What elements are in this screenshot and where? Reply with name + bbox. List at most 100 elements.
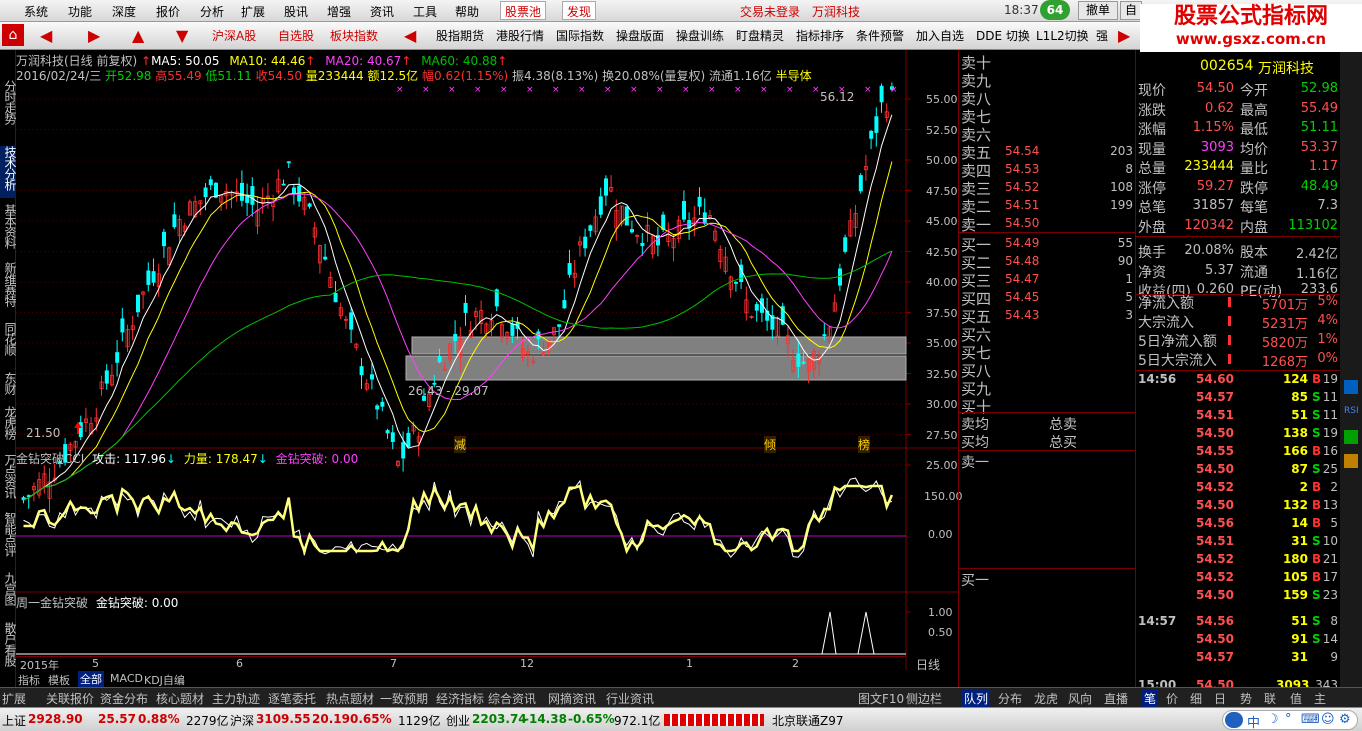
side-tab-grid[interactable]: 九宫图	[0, 572, 17, 614]
toolbar-item[interactable]: 港股行情	[496, 27, 544, 44]
buy-level[interactable]: 买五 54.43 3	[959, 306, 1137, 326]
side-tab-eastmoney[interactable]: 东财	[0, 372, 17, 402]
toolbar-item[interactable]: 板块指数	[330, 27, 378, 44]
more-arrow-icon[interactable]: ▶	[1118, 26, 1130, 45]
bottom-tab[interactable]: 行业资讯	[606, 690, 654, 707]
bottom-tab[interactable]: 资金分布	[100, 690, 148, 707]
sell-level[interactable]: 卖三 54.52 108	[959, 178, 1137, 198]
buy-level[interactable]: 买一 54.49 55	[959, 234, 1137, 254]
sell-level[interactable]: 卖七	[959, 106, 1137, 126]
bottom-tab[interactable]: 主力轨迹	[212, 690, 260, 707]
toolbar-item[interactable]: 条件预警	[856, 27, 904, 44]
toolbar-item[interactable]: 股指期货	[436, 27, 484, 44]
buy-level[interactable]: 买九	[959, 378, 1137, 398]
rsi-icon[interactable]: RSI	[1344, 406, 1359, 416]
side-tab-news[interactable]: 万点资讯	[0, 454, 17, 506]
toolbar-item[interactable]: 加入自选	[916, 27, 964, 44]
sell-level[interactable]: 卖二 54.51 199	[959, 196, 1137, 216]
home-icon[interactable]: ⌂	[2, 24, 24, 46]
toolbar-item[interactable]: 强	[1096, 27, 1108, 44]
right-tab[interactable]: 队列	[962, 690, 991, 707]
ime-user-icon[interactable]: ☺	[1321, 712, 1335, 727]
side-tab-technical[interactable]: 技术分析	[0, 146, 17, 198]
menu-item[interactable]: 扩展	[241, 3, 265, 20]
sell-level[interactable]: 卖八	[959, 88, 1137, 108]
sell-level[interactable]: 卖五 54.54 203	[959, 142, 1137, 162]
self-select-button[interactable]: 自	[1120, 1, 1142, 20]
side-tab-xinwei[interactable]: 新维赛特	[0, 262, 17, 314]
right-tab[interactable]: 直播	[1104, 690, 1128, 707]
right-tab[interactable]: 势	[1240, 690, 1252, 707]
menu-item[interactable]: 深度	[112, 3, 136, 20]
menu-item[interactable]: 股讯	[284, 3, 308, 20]
toolbar-item[interactable]: 盯盘精灵	[736, 27, 784, 44]
marker-reduce[interactable]: 减	[454, 436, 467, 453]
side-tab-ths[interactable]: 同花顺	[0, 322, 17, 364]
chart-area[interactable]: × × × × × × × × × × × × × × × × × × × × 万润科技(日线 前复权) ↑MA5: …	[16, 50, 963, 688]
period-label[interactable]: 日线	[916, 656, 940, 673]
bottom-tab[interactable]: 扩展	[2, 690, 26, 707]
prev-icon[interactable]: ◀	[404, 26, 416, 45]
ime-mode-icon[interactable]: 中	[1247, 712, 1260, 731]
sell-level[interactable]: 卖四 54.53 8	[959, 160, 1137, 180]
right-tab[interactable]: 龙虎	[1034, 690, 1058, 707]
buy-level[interactable]: 买六	[959, 324, 1137, 344]
down-arrow-icon[interactable]: ▼	[176, 26, 188, 45]
chart-tab[interactable]: KDJ自编	[144, 672, 185, 688]
right-tab[interactable]: 联	[1264, 690, 1276, 707]
up-arrow-icon[interactable]: ▲	[132, 26, 144, 45]
chart-icon[interactable]	[1344, 380, 1358, 394]
side-tab-comment[interactable]: 智能点评	[0, 512, 17, 564]
toolbar-item[interactable]: 操盘训练	[676, 27, 724, 44]
buy-level[interactable]: 买七	[959, 342, 1137, 362]
ime-settings-icon[interactable]: ⚙	[1339, 712, 1351, 727]
bottom-tab[interactable]: 热点题材	[326, 690, 374, 707]
menu-item[interactable]: 增强	[327, 3, 351, 20]
marker-dragon[interactable]: 榜	[858, 436, 871, 453]
buy-level[interactable]: 买八	[959, 360, 1137, 380]
bottom-tab[interactable]: 一致预期	[380, 690, 428, 707]
ime-keyboard-icon[interactable]: ⌨	[1301, 712, 1320, 727]
forward-arrow-icon[interactable]: ▶	[88, 26, 100, 45]
right-tab[interactable]: 值	[1290, 690, 1302, 707]
toolbar-item[interactable]: 沪深A股	[212, 27, 256, 44]
menu-item[interactable]: 功能	[68, 3, 92, 20]
chart-tab[interactable]: 全部	[78, 671, 104, 687]
toolbar-item[interactable]: 自选股	[278, 27, 314, 44]
toolbar-item[interactable]: 国际指数	[556, 27, 604, 44]
sell-level[interactable]: 卖十	[959, 52, 1137, 72]
bottom-tab[interactable]: 逐笔委托	[268, 690, 316, 707]
cancel-order-button[interactable]: 撤单	[1078, 1, 1118, 20]
menu-item[interactable]: 资讯	[370, 3, 394, 20]
toolbar-item[interactable]: 操盘版面	[616, 27, 664, 44]
ime-logo-icon[interactable]	[1225, 712, 1243, 728]
sell-level[interactable]: 卖一 54.50	[959, 214, 1137, 234]
side-tab-intraday[interactable]: 分时走势	[0, 80, 17, 140]
ime-toolbar[interactable]: 中 ☽ ° ⌨ ☺ ⚙	[1222, 710, 1358, 731]
side-tab-dragon[interactable]: 龙虎榜	[0, 406, 17, 448]
bottom-tab[interactable]: 经济指标	[436, 690, 484, 707]
index-cy-name[interactable]: 创业	[446, 712, 470, 729]
grid-icon[interactable]	[1344, 430, 1358, 444]
buy-level[interactable]: 买二 54.48 90	[959, 252, 1137, 272]
right-tab[interactable]: 细	[1190, 690, 1202, 707]
right-tab[interactable]: 分布	[998, 690, 1022, 707]
sell-level[interactable]: 卖六	[959, 124, 1137, 144]
buy-level[interactable]: 买三 54.47 1	[959, 270, 1137, 290]
right-tab[interactable]: 笔	[1142, 690, 1159, 707]
bottom-tab[interactable]: 关联报价	[46, 690, 94, 707]
chart-tab[interactable]: MACD	[110, 672, 143, 685]
bottom-tab[interactable]: 核心题材	[156, 690, 204, 707]
sell-level[interactable]: 卖九	[959, 70, 1137, 90]
discover-menu[interactable]: 发现	[562, 1, 597, 20]
ime-moon-icon[interactable]: ☽	[1267, 712, 1279, 727]
kline-chart[interactable]: × × × × × × × × × × × × × × × × × × × ×	[16, 50, 958, 687]
index-hs-name[interactable]: 沪深	[230, 712, 254, 729]
bottom-tab[interactable]: 综合资讯	[488, 690, 536, 707]
notify-badge[interactable]: 64	[1040, 0, 1070, 20]
bottom-tab[interactable]: 图文F10	[858, 690, 904, 707]
menu-item[interactable]: 帮助	[455, 3, 479, 20]
login-notice[interactable]: 交易未登录	[740, 3, 800, 20]
right-tab[interactable]: 风向	[1068, 690, 1092, 707]
bottom-tab[interactable]: 侧边栏	[906, 690, 942, 707]
